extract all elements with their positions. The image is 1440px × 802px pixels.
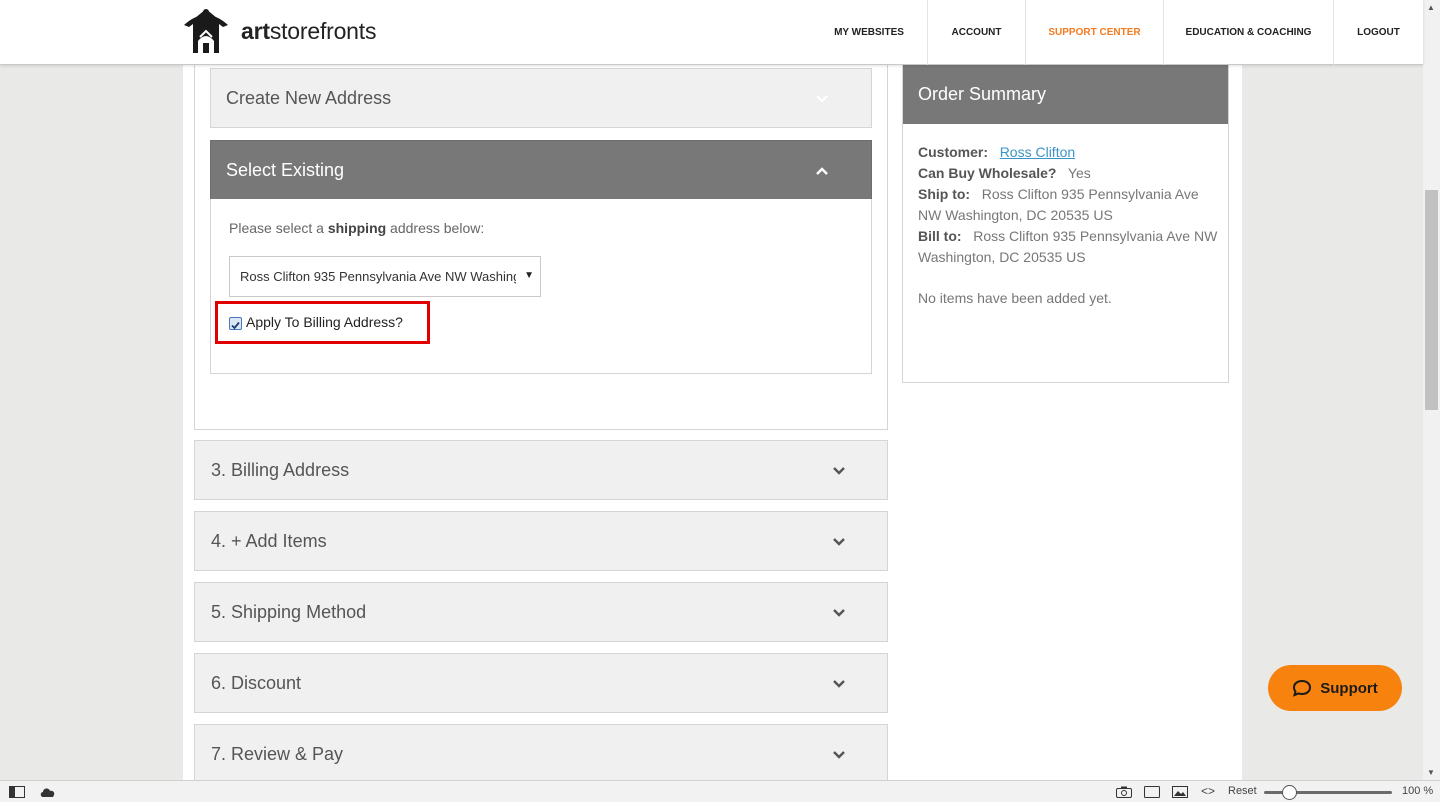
top-header: artstorefronts MY WEBSITES ACCOUNT SUPPO… xyxy=(0,0,1423,65)
scrollbar-thumb[interactable] xyxy=(1425,190,1438,410)
step-discount-label: 6. Discount xyxy=(211,672,302,693)
chevron-down-icon xyxy=(833,538,845,546)
order-summary-title: Order Summary xyxy=(903,65,1228,124)
cloud-icon[interactable] xyxy=(39,786,57,798)
nav-my-websites[interactable]: MY WEBSITES xyxy=(811,0,927,65)
chevron-down-icon xyxy=(833,609,845,617)
shipping-prompt: Please select a shipping address below: xyxy=(229,220,485,236)
checkout-page: Create New Address Select Existing Pleas… xyxy=(183,65,1242,780)
image-icon[interactable] xyxy=(1172,786,1188,798)
browser-status-bar: <> Reset 100 % xyxy=(0,780,1440,802)
summary-customer: Customer: Ross Clifton xyxy=(918,144,1076,160)
step-shipping-method-label: 5. Shipping Method xyxy=(211,601,367,622)
nav-account[interactable]: ACCOUNT xyxy=(927,0,1025,65)
order-summary: Order Summary Customer: Ross Clifton Can… xyxy=(902,65,1229,383)
nav-support-center[interactable]: SUPPORT CENTER xyxy=(1025,0,1163,65)
camera-icon[interactable] xyxy=(1116,786,1132,798)
main-nav: MY WEBSITES ACCOUNT SUPPORT CENTER EDUCA… xyxy=(811,0,1423,65)
chevron-down-icon xyxy=(833,751,845,759)
select-existing-panel: Please select a shipping address below: … xyxy=(210,199,872,374)
customer-link[interactable]: Ross Clifton xyxy=(1000,144,1075,160)
storefront-logo-icon xyxy=(184,9,228,53)
shipping-address-select[interactable]: Ross Clifton 935 Pennsylvania Ave NW Was… xyxy=(229,256,541,297)
chat-bubble-icon xyxy=(1293,679,1312,697)
step-add-items-label: 4. + Add Items xyxy=(211,530,327,551)
chevron-down-icon xyxy=(833,680,845,688)
chevron-up-icon xyxy=(816,167,828,175)
step-review-pay-label: 7. Review & Pay xyxy=(211,743,344,764)
create-new-address-toggle[interactable]: Create New Address xyxy=(210,68,872,128)
select-existing-toggle[interactable]: Select Existing xyxy=(210,140,872,200)
chevron-down-icon xyxy=(816,95,828,103)
step-billing-address[interactable]: 3. Billing Address xyxy=(194,440,888,500)
zoom-slider-handle[interactable] xyxy=(1282,785,1297,800)
step-review-pay[interactable]: 7. Review & Pay xyxy=(194,724,888,780)
window-icon[interactable] xyxy=(1144,786,1160,798)
scroll-down-arrow-icon[interactable]: ▼ xyxy=(1427,768,1435,777)
logo[interactable]: artstorefronts xyxy=(181,7,376,55)
shipping-address-section: Create New Address Select Existing Pleas… xyxy=(194,65,888,430)
panel-toggle-icon[interactable] xyxy=(9,786,25,798)
support-chat-button[interactable]: Support xyxy=(1268,665,1402,711)
summary-wholesale: Can Buy Wholesale? Yes xyxy=(918,165,1091,181)
step-discount[interactable]: 6. Discount xyxy=(194,653,888,713)
summary-no-items: No items have been added yet. xyxy=(918,290,1112,306)
zoom-level: 100 % xyxy=(1402,785,1434,797)
support-chat-label: Support xyxy=(1320,679,1378,697)
shipping-address-select-value: Ross Clifton 935 Pennsylvania Ave NW Was… xyxy=(240,269,516,284)
nav-logout[interactable]: LOGOUT xyxy=(1333,0,1423,65)
step-billing-address-label: 3. Billing Address xyxy=(211,459,350,480)
select-existing-label: Select Existing xyxy=(226,159,345,180)
logo-text: artstorefronts xyxy=(241,17,377,44)
chevron-down-icon xyxy=(833,467,845,475)
summary-ship-to: Ship to: Ross Clifton 935 Pennsylvania A… xyxy=(918,186,1199,223)
step-shipping-method[interactable]: 5. Shipping Method xyxy=(194,582,888,642)
dropdown-arrow-icon: ▼ xyxy=(524,270,534,281)
create-new-address-label: Create New Address xyxy=(226,87,392,108)
checkmark-icon xyxy=(231,321,240,330)
nav-education-coaching[interactable]: EDUCATION & COACHING xyxy=(1163,0,1333,65)
apply-billing-checkbox[interactable] xyxy=(229,317,242,330)
zoom-reset-button[interactable]: Reset xyxy=(1228,785,1257,797)
apply-billing-label[interactable]: Apply To Billing Address? xyxy=(246,314,403,330)
step-add-items[interactable]: 4. + Add Items xyxy=(194,511,888,571)
code-icon[interactable]: <> xyxy=(1201,784,1215,798)
scroll-up-arrow-icon[interactable]: ▲ xyxy=(1427,3,1435,12)
summary-bill-to: Bill to: Ross Clifton 935 Pennsylvania A… xyxy=(918,228,1218,265)
